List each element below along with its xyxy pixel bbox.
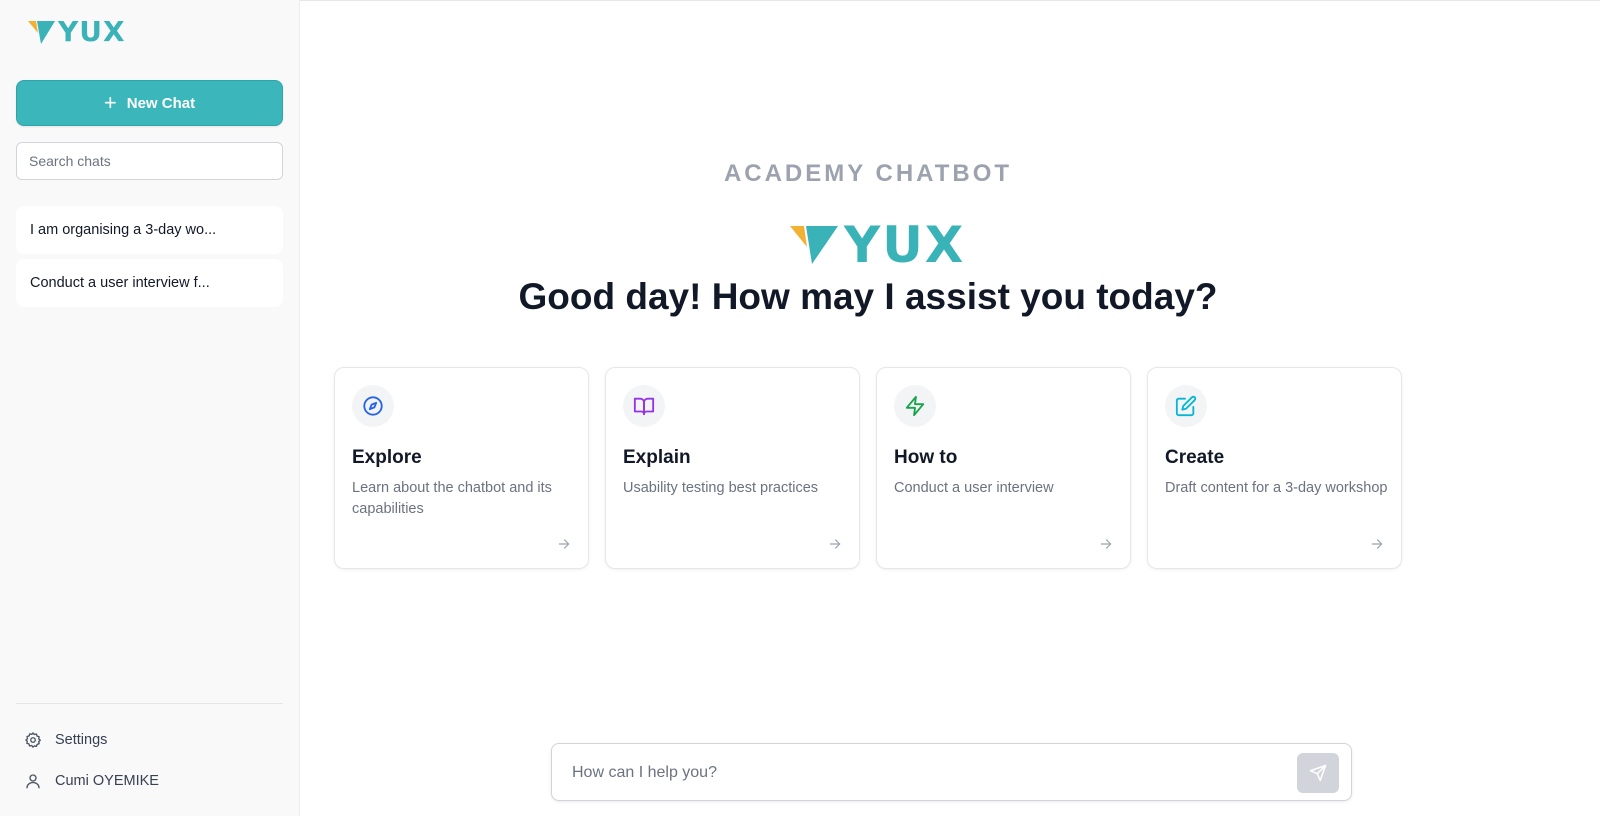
- send-icon: [1309, 764, 1327, 782]
- settings-label: Settings: [55, 732, 108, 748]
- user-icon: [26, 774, 40, 789]
- page-overline: ACADEMY CHATBOT: [723, 160, 1013, 187]
- brand-logo[interactable]: YUX: [28, 18, 126, 46]
- send-button[interactable]: [1297, 753, 1339, 793]
- edit-icon: [1175, 395, 1197, 417]
- suggestion-card-explain[interactable]: Explain Usability testing best practices: [605, 367, 860, 569]
- card-description: Learn about the chatbot and its capabili…: [352, 480, 552, 517]
- sidebar: YUX + New Chat I am organising a 3-day w…: [0, 0, 300, 816]
- brand-logo-large: YUX: [790, 220, 965, 270]
- chat-history-item-title: Conduct a user interview f...: [30, 275, 210, 291]
- settings-link[interactable]: Settings: [24, 731, 107, 749]
- compass-icon: [363, 396, 383, 416]
- book-open-icon: [633, 397, 655, 416]
- card-icon-badge: [623, 385, 665, 427]
- card-description: Draft content for a 3-day workshop: [1165, 480, 1388, 496]
- chat-history-item[interactable]: Conduct a user interview f...: [16, 259, 283, 307]
- logo-mark-icon: [28, 21, 55, 44]
- card-title: Explain: [623, 447, 691, 468]
- new-chat-button[interactable]: + New Chat: [16, 80, 283, 126]
- chat-history-item-title: I am organising a 3-day wo...: [30, 222, 217, 238]
- card-description: Conduct a user interview: [894, 480, 1054, 496]
- suggestion-card-how-to[interactable]: How to Conduct a user interview: [876, 367, 1131, 569]
- arrow-right-icon: [1371, 539, 1383, 549]
- lightning-icon: [905, 395, 925, 417]
- logo-wordmark: YUX: [844, 216, 966, 274]
- suggestion-card-explore[interactable]: Explore Learn about the chatbot and its …: [334, 367, 589, 569]
- card-title: Explore: [352, 447, 422, 468]
- main-content: ACADEMY CHATBOT YUX Good day! How may I …: [300, 0, 1600, 816]
- gear-icon: [25, 732, 42, 748]
- logo-wordmark: YUX: [58, 15, 126, 48]
- suggestion-card-create[interactable]: Create Draft content for a 3-day worksho…: [1147, 367, 1402, 569]
- user-profile-link[interactable]: Cumi OYEMIKE: [24, 772, 159, 790]
- plus-icon: +: [103, 90, 117, 115]
- arrow-right-icon: [1100, 539, 1112, 549]
- message-composer: [551, 743, 1352, 801]
- arrow-right-icon: [829, 539, 841, 549]
- card-title: Create: [1165, 447, 1225, 468]
- card-description: Usability testing best practices: [623, 480, 819, 496]
- message-input[interactable]: [572, 758, 1272, 788]
- user-name: Cumi OYEMIKE: [55, 773, 159, 789]
- chat-history-item[interactable]: I am organising a 3-day wo...: [16, 206, 283, 254]
- logo-mark-icon: [790, 226, 838, 264]
- card-icon-badge: [1165, 385, 1207, 427]
- search-chats-input[interactable]: [16, 142, 283, 180]
- greeting-heading: Good day! How may I assist you today?: [518, 276, 1218, 317]
- arrow-right-icon: [558, 539, 570, 549]
- card-title: How to: [894, 447, 958, 468]
- card-icon-badge: [894, 385, 936, 427]
- sidebar-divider: [16, 703, 283, 704]
- new-chat-label: New Chat: [126, 94, 196, 112]
- card-icon-badge: [352, 385, 394, 427]
